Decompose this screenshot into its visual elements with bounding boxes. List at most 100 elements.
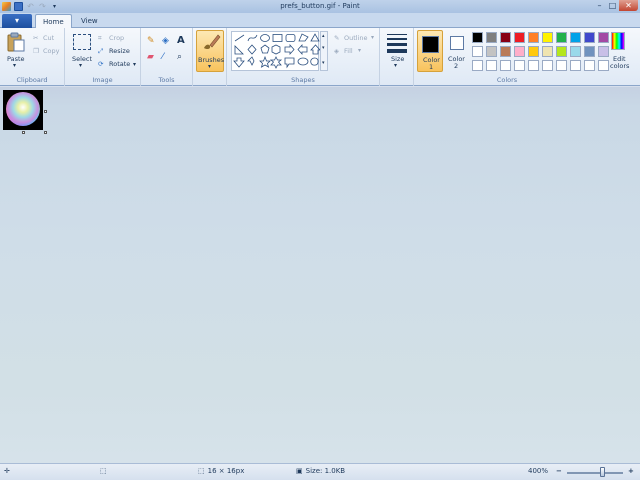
resize-handle-bottom[interactable] [22,131,25,134]
four-point-star-shape-icon [247,56,255,66]
palette-swatch[interactable] [500,32,511,43]
right-arrow-shape-icon [284,43,295,56]
zoom-slider-thumb[interactable] [600,467,605,477]
outline-dropdown-icon[interactable]: ▾ [371,34,374,41]
canvas-area[interactable] [0,87,640,463]
eraser-icon[interactable]: ▰ [147,52,154,62]
palette-swatch[interactable] [556,60,567,71]
palette-swatch[interactable] [598,46,609,57]
paint-menu-button[interactable]: ▾ [2,14,32,28]
palette-swatch[interactable] [542,32,553,43]
tab-home[interactable]: Home [35,14,72,29]
palette-swatch[interactable] [556,46,567,57]
palette-swatch[interactable] [598,32,609,43]
magnifier-icon[interactable]: ⌕ [177,52,182,62]
resize-button[interactable]: Resize [109,47,130,55]
close-button[interactable]: ✕ [619,0,638,11]
zoom-slider-track[interactable] [567,472,623,474]
zoom-out-button[interactable]: − [556,467,562,475]
palette-swatch[interactable] [486,32,497,43]
palette-swatch[interactable] [486,46,497,57]
paste-dropdown-icon[interactable]: ▾ [13,62,16,69]
size-group[interactable]: Size ▾ [380,28,414,86]
file-size-icon: ▣ [296,467,303,475]
copy-icon: ❐ [33,47,39,55]
cut-button[interactable]: Cut [43,34,54,42]
color2-button[interactable]: Color 2 [445,30,469,72]
palette-swatch[interactable] [472,32,483,43]
shapes-expand-icon[interactable]: ▾ [322,60,325,66]
shapes-scrollbar[interactable]: ▴ ▾ ▾ [320,31,328,71]
hexagon-shape-icon [271,44,281,55]
edit-colors-icon[interactable] [611,32,625,50]
resize-handle-right[interactable] [44,110,47,113]
outline-button[interactable]: Outline [344,34,368,42]
resize-icon: ⤢ [98,47,104,55]
diamond-shape-icon [247,44,257,55]
paste-icon[interactable] [7,32,25,52]
palette-swatch[interactable] [556,32,567,43]
rotate-icon: ⟳ [98,60,104,68]
select-button[interactable]: Select [72,55,92,63]
fill-dropdown-icon[interactable]: ▾ [358,47,361,54]
file-size: Size: 1.0KB [305,467,346,475]
tab-view[interactable]: View [74,14,105,29]
zoom-in-button[interactable]: + [628,467,634,475]
brushes-button[interactable]: Brushes ▾ [196,30,224,72]
shapes-scroll-down-icon[interactable]: ▾ [322,45,325,51]
text-tool-icon[interactable]: A [177,35,185,46]
color2-number: 2 [454,62,459,70]
palette-swatch[interactable] [542,46,553,57]
palette-swatch[interactable] [500,60,511,71]
brushes-dropdown-icon: ▾ [208,63,212,70]
palette-swatch[interactable] [472,46,483,57]
rotate-button[interactable]: Rotate [109,60,130,68]
palette-swatch[interactable] [584,46,595,57]
palette-swatch[interactable] [584,32,595,43]
colors-group-label: Colors [496,76,518,84]
palette-swatch[interactable] [570,46,581,57]
palette-swatch[interactable] [514,32,525,43]
palette-swatch[interactable] [598,60,609,71]
color-picker-icon[interactable]: ⁄ [162,52,164,62]
palette-swatch[interactable] [472,60,483,71]
palette-swatch[interactable] [514,46,525,57]
cloud-callout-shape-icon [310,57,319,66]
palette-swatch[interactable] [570,32,581,43]
fill-bucket-icon[interactable]: ◈ [162,36,169,46]
maximize-button[interactable]: □ [606,0,619,11]
copy-button[interactable]: Copy [43,47,60,55]
crop-icon: ⌗ [98,34,102,42]
palette-swatch[interactable] [500,46,511,57]
canvas-image[interactable] [3,90,43,130]
palette-swatch[interactable] [528,32,539,43]
palette-swatch[interactable] [514,60,525,71]
palette-swatch[interactable] [570,60,581,71]
pencil-icon[interactable]: ✎ [147,36,155,46]
palette-swatch[interactable] [542,60,553,71]
zoom-level: 400% [528,467,549,475]
left-arrow-shape-icon [297,43,308,56]
palette-swatch[interactable] [584,60,595,71]
fill-button[interactable]: Fill [344,47,353,55]
select-icon[interactable] [73,34,91,50]
up-arrow-shape-icon [310,44,321,55]
edit-colors-label-line2[interactable]: colors [610,62,629,70]
palette-swatch[interactable] [528,60,539,71]
select-dropdown-icon[interactable]: ▾ [79,62,82,69]
polygon-shape-icon [298,33,309,42]
shapes-scroll-up-icon[interactable]: ▴ [322,33,325,39]
palette-swatch[interactable] [486,60,497,71]
tools-group: ✎ ◈ A ▰ ⁄ ⌕ Tools [141,28,193,86]
shapes-gallery [231,31,321,71]
color1-number: 1 [429,63,434,71]
color1-button[interactable]: Color 1 [417,30,443,72]
palette-swatch[interactable] [528,46,539,57]
size-dropdown-icon[interactable]: ▾ [394,62,397,69]
crop-button[interactable]: Crop [109,34,124,42]
minimize-button[interactable]: – [593,0,606,11]
rotate-dropdown-icon[interactable]: ▾ [133,61,136,68]
down-arrow-shape-icon [233,57,245,68]
resize-handle-corner[interactable] [44,131,47,134]
size-button[interactable]: Size [391,55,404,63]
